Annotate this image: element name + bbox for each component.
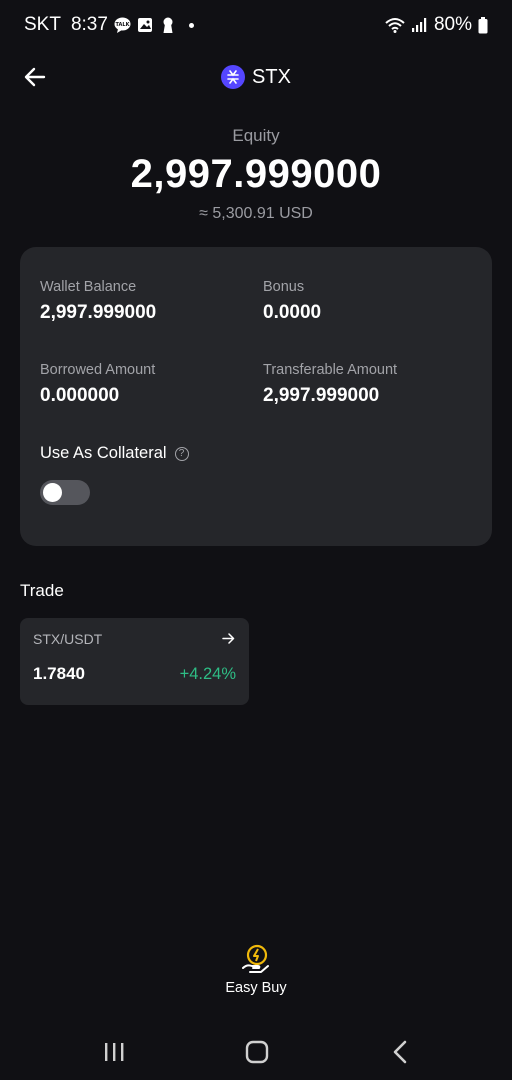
easy-buy-label: Easy Buy <box>225 980 287 996</box>
signal-icon <box>411 17 428 34</box>
page-title: STX <box>252 65 291 88</box>
borrowed-amount-value: 0.000000 <box>40 385 120 406</box>
equity-usd-value: ≈ 5,300.91 USD <box>199 205 313 222</box>
transferable-amount-value: 2,997.999000 <box>263 385 380 406</box>
trade-pair-change: +4.24% <box>179 665 236 683</box>
back-arrow-icon[interactable] <box>22 64 48 90</box>
bonus-value: 0.0000 <box>263 302 322 323</box>
balance-card: Wallet Balance 2,997.999000 Bonus 0.0000… <box>20 247 492 546</box>
gallery-icon <box>137 17 154 34</box>
wifi-icon <box>385 17 405 34</box>
status-bar-right: 80% <box>385 14 488 36</box>
transferable-amount-field: Transferable Amount 2,997.999000 <box>263 362 397 407</box>
easy-buy-button[interactable]: Easy Buy <box>206 944 306 996</box>
trade-pair-card[interactable]: STX/USDT 1.7840 +4.24% <box>20 618 249 705</box>
carrier: SKT <box>24 14 61 35</box>
stx-logo-icon <box>221 65 246 89</box>
wallet-balance-label: Wallet Balance <box>40 279 137 295</box>
collateral-toggle[interactable] <box>40 480 90 505</box>
help-icon[interactable]: ? <box>174 446 189 461</box>
equity-section: Equity 2,997.999000 ≈ 5,300.91 USD <box>0 126 512 223</box>
wallet-balance-field: Wallet Balance 2,997.999000 <box>40 279 156 324</box>
status-bar: SKT 8:37 TALK 80% <box>0 0 512 50</box>
borrowed-amount-label: Borrowed Amount <box>40 362 156 378</box>
header: STX <box>0 54 512 100</box>
borrowed-amount-field: Borrowed Amount 0.000000 <box>40 362 155 407</box>
equity-value: 2,997.999000 <box>130 152 382 196</box>
system-nav-bar <box>0 1025 512 1080</box>
talk-icon: TALK <box>114 17 131 34</box>
dot-icon <box>188 22 194 28</box>
bonus-field: Bonus 0.0000 <box>263 279 321 324</box>
svg-text:TALK: TALK <box>115 22 130 28</box>
transferable-amount-label: Transferable Amount <box>263 362 398 378</box>
easy-buy-icon <box>241 944 271 974</box>
status-bar-left: SKT 8:37 TALK <box>24 14 194 36</box>
collateral-label: Use As Collateral <box>40 444 167 462</box>
keyhole-icon <box>160 17 177 34</box>
arrow-right-icon <box>222 632 235 645</box>
wallet-balance-value: 2,997.999000 <box>40 302 157 323</box>
trade-pair-name: STX/USDT <box>33 631 103 647</box>
home-icon[interactable] <box>237 1037 277 1067</box>
equity-label: Equity <box>232 126 280 145</box>
clock: 8:37 <box>70 14 108 35</box>
battery-icon <box>478 16 488 34</box>
collateral-row: Use As Collateral ? <box>40 444 189 463</box>
battery-percent: 80% <box>433 14 472 35</box>
trade-section-title: Trade <box>20 581 64 600</box>
header-title: STX <box>221 65 291 89</box>
toggle-knob <box>43 483 62 502</box>
recent-apps-icon[interactable] <box>94 1037 134 1067</box>
trade-pair-price: 1.7840 <box>33 664 85 683</box>
back-icon[interactable] <box>380 1037 420 1067</box>
bonus-label: Bonus <box>263 279 305 295</box>
